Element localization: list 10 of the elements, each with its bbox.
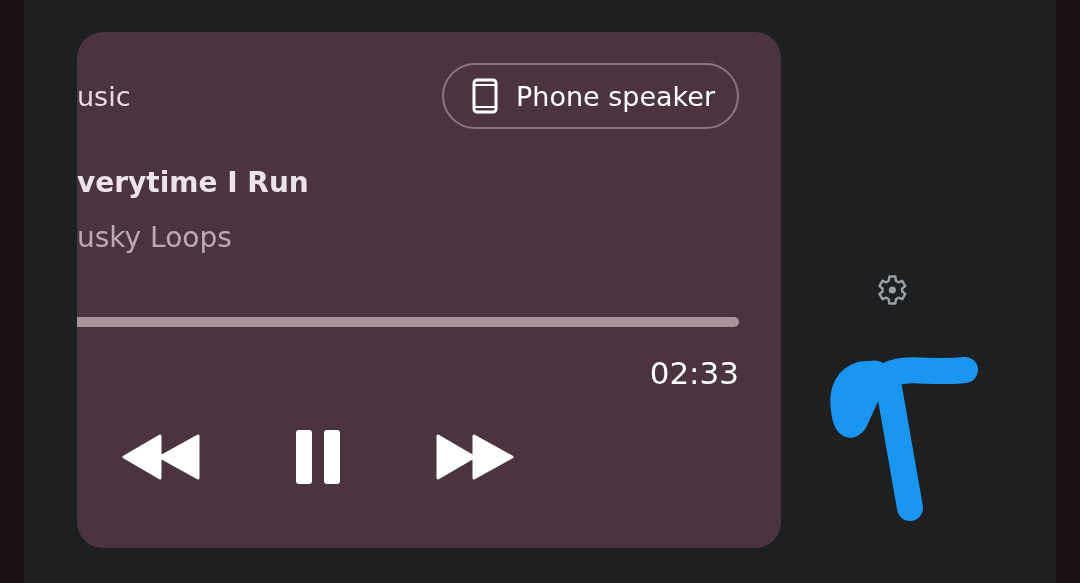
progress-track[interactable] [77,317,739,327]
artist-name: usky Loops [77,221,233,255]
pause-icon[interactable] [296,430,340,484]
output-device-chip[interactable]: Phone speaker [442,63,739,129]
fast-forward-icon[interactable] [436,434,514,480]
elapsed-time: 02:33 [649,354,739,392]
song-title: verytime I Run [77,165,310,201]
rewind-icon[interactable] [122,434,200,480]
phone-icon [472,78,499,114]
app-name: usic [77,80,131,112]
